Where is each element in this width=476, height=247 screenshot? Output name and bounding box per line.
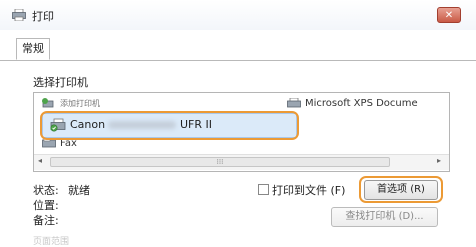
scroll-right-icon[interactable]: ▸ bbox=[437, 156, 441, 165]
scroll-thumb[interactable]: ⁞⁞⁞ bbox=[50, 157, 390, 167]
title-bar: 打印 ✕ bbox=[0, 0, 476, 30]
printer-item-xps-label: Microsoft XPS Docume bbox=[305, 98, 418, 109]
printer-item-add-label: 添加打印机 bbox=[60, 99, 100, 108]
scroll-left-icon[interactable]: ◂ bbox=[38, 156, 42, 165]
select-printer-label: 选择打印机 bbox=[33, 76, 88, 89]
printer-item-xps[interactable]: Microsoft XPS Docume bbox=[287, 97, 418, 111]
page-range-label: 页面范围 bbox=[33, 237, 70, 247]
add-printer-icon bbox=[42, 97, 54, 107]
close-button[interactable]: ✕ bbox=[437, 7, 461, 23]
status-value: 就绪 bbox=[68, 184, 90, 197]
tab-strip bbox=[0, 30, 476, 61]
close-icon: ✕ bbox=[444, 10, 454, 21]
window-title: 打印 bbox=[32, 10, 54, 23]
comment-label: 备注: bbox=[33, 214, 59, 227]
printer-item-add[interactable]: 添加打印机 bbox=[42, 97, 100, 111]
find-printer-button[interactable]: 查找打印机 (D)... bbox=[331, 207, 438, 227]
printer-app-icon bbox=[12, 9, 26, 21]
location-label: 位置: bbox=[33, 199, 59, 212]
status-label: 状态: bbox=[33, 184, 59, 197]
tab-general[interactable]: 常规 bbox=[16, 38, 50, 60]
callout-highlight-printer bbox=[40, 111, 299, 140]
print-to-file-checkbox[interactable] bbox=[258, 184, 269, 195]
printer-list-scrollbar[interactable]: ◂ ⁞⁞⁞ ▸ bbox=[34, 154, 449, 170]
printer-icon bbox=[287, 97, 301, 107]
print-to-file-label[interactable]: 打印到文件 (F) bbox=[272, 182, 345, 198]
callout-highlight-preferences bbox=[359, 176, 443, 203]
grip-icon: ⁞⁞⁞ bbox=[216, 158, 224, 166]
bottom-fade bbox=[0, 228, 476, 246]
